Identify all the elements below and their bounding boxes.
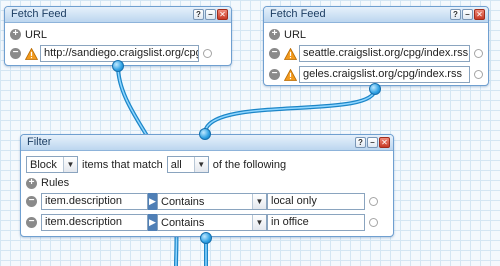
rule-row: − item.description ▶ Contains ▼ local on… — [26, 191, 388, 212]
input-port[interactable] — [474, 70, 483, 79]
input-port[interactable] — [369, 218, 378, 227]
filter-module[interactable]: Filter ? – ✕ Block ▼ items that match al… — [20, 134, 394, 237]
module-title: Filter — [27, 136, 52, 148]
rule-operator-select[interactable]: Contains ▼ — [157, 193, 267, 210]
filter-text-middle: items that match — [82, 158, 163, 171]
input-port[interactable] — [203, 49, 212, 58]
output-terminal-left[interactable] — [112, 60, 124, 72]
url-label: URL — [284, 28, 307, 41]
close-button[interactable]: ✕ — [217, 9, 228, 20]
play-icon: ▶ — [148, 193, 157, 210]
output-terminal-filter[interactable] — [200, 232, 212, 244]
window-buttons: ? – ✕ — [450, 9, 485, 20]
input-port[interactable] — [474, 49, 483, 58]
rule-value-input[interactable]: local only — [267, 193, 365, 210]
remove-icon[interactable]: − — [26, 217, 37, 228]
minimize-button[interactable]: – — [205, 9, 216, 20]
window-buttons: ? – ✕ — [355, 137, 390, 148]
add-icon[interactable]: + — [10, 29, 21, 40]
mode-select-value: Block — [30, 158, 57, 171]
chevron-down-icon: ▼ — [63, 157, 77, 172]
play-icon: ▶ — [148, 214, 157, 231]
url-input[interactable]: seattle.craigslist.org/cpg/index.rss — [299, 45, 470, 62]
url-input[interactable]: geles.craigslist.org/cpg/index.rss — [299, 66, 470, 83]
rule-row: − item.description ▶ Contains ▼ in offic… — [26, 212, 388, 233]
input-terminal-filter[interactable] — [199, 128, 211, 140]
module-title: Fetch Feed — [11, 8, 67, 20]
rule-operator-select[interactable]: Contains ▼ — [157, 214, 267, 231]
add-icon[interactable]: + — [26, 177, 37, 189]
url-label: URL — [25, 28, 48, 41]
warning-icon — [284, 47, 297, 60]
close-button[interactable]: ✕ — [474, 9, 485, 20]
remove-icon[interactable]: − — [26, 196, 37, 207]
filter-mode-row: Block ▼ items that match all ▼ of the fo… — [26, 154, 388, 175]
help-button[interactable]: ? — [450, 9, 461, 20]
rule-field-input[interactable]: item.description — [41, 193, 148, 210]
rule-field-input[interactable]: item.description — [41, 214, 148, 231]
rules-header-row: + Rules — [26, 175, 388, 191]
output-terminal-right[interactable] — [369, 83, 381, 95]
mode-select[interactable]: Block ▼ — [26, 156, 78, 173]
wire-right-to-filter — [203, 87, 377, 134]
minimize-button[interactable]: – — [462, 9, 473, 20]
help-button[interactable]: ? — [355, 137, 366, 148]
warning-icon — [25, 47, 38, 60]
remove-icon[interactable]: − — [10, 48, 21, 59]
url-row: − seattle.craigslist.org/cpg/index.rss — [269, 43, 483, 64]
chevron-down-icon: ▼ — [252, 194, 266, 209]
url-header-row: + URL — [269, 26, 483, 43]
module-header[interactable]: Fetch Feed ? – ✕ — [264, 7, 488, 23]
match-select[interactable]: all ▼ — [166, 156, 209, 173]
url-header-row: + URL — [10, 26, 226, 43]
warning-icon — [284, 68, 297, 81]
rule-value-input[interactable]: in office — [267, 214, 365, 231]
rule-operator-value: Contains — [161, 195, 205, 208]
module-title: Fetch Feed — [270, 8, 326, 20]
input-port[interactable] — [369, 197, 378, 206]
fetch-feed-module-left[interactable]: Fetch Feed ? – ✕ + URL − http://sandiego… — [4, 6, 232, 66]
rule-operator-value: Contains — [161, 216, 205, 229]
match-select-value: all — [170, 158, 182, 171]
rules-label: Rules — [41, 177, 70, 189]
fetch-feed-module-right[interactable]: Fetch Feed ? – ✕ + URL − seattle.craigsl… — [263, 6, 489, 86]
url-row: − geles.craigslist.org/cpg/index.rss — [269, 64, 483, 85]
close-button[interactable]: ✕ — [379, 137, 390, 148]
filter-text-end: of the following — [212, 158, 287, 171]
chevron-down-icon: ▼ — [252, 215, 266, 230]
chevron-down-icon: ▼ — [193, 157, 208, 172]
remove-icon[interactable]: − — [269, 48, 280, 59]
window-buttons: ? – ✕ — [193, 9, 228, 20]
add-icon[interactable]: + — [269, 29, 280, 40]
minimize-button[interactable]: – — [367, 137, 378, 148]
help-button[interactable]: ? — [193, 9, 204, 20]
module-header[interactable]: Fetch Feed ? – ✕ — [5, 7, 231, 23]
remove-icon[interactable]: − — [269, 69, 280, 80]
